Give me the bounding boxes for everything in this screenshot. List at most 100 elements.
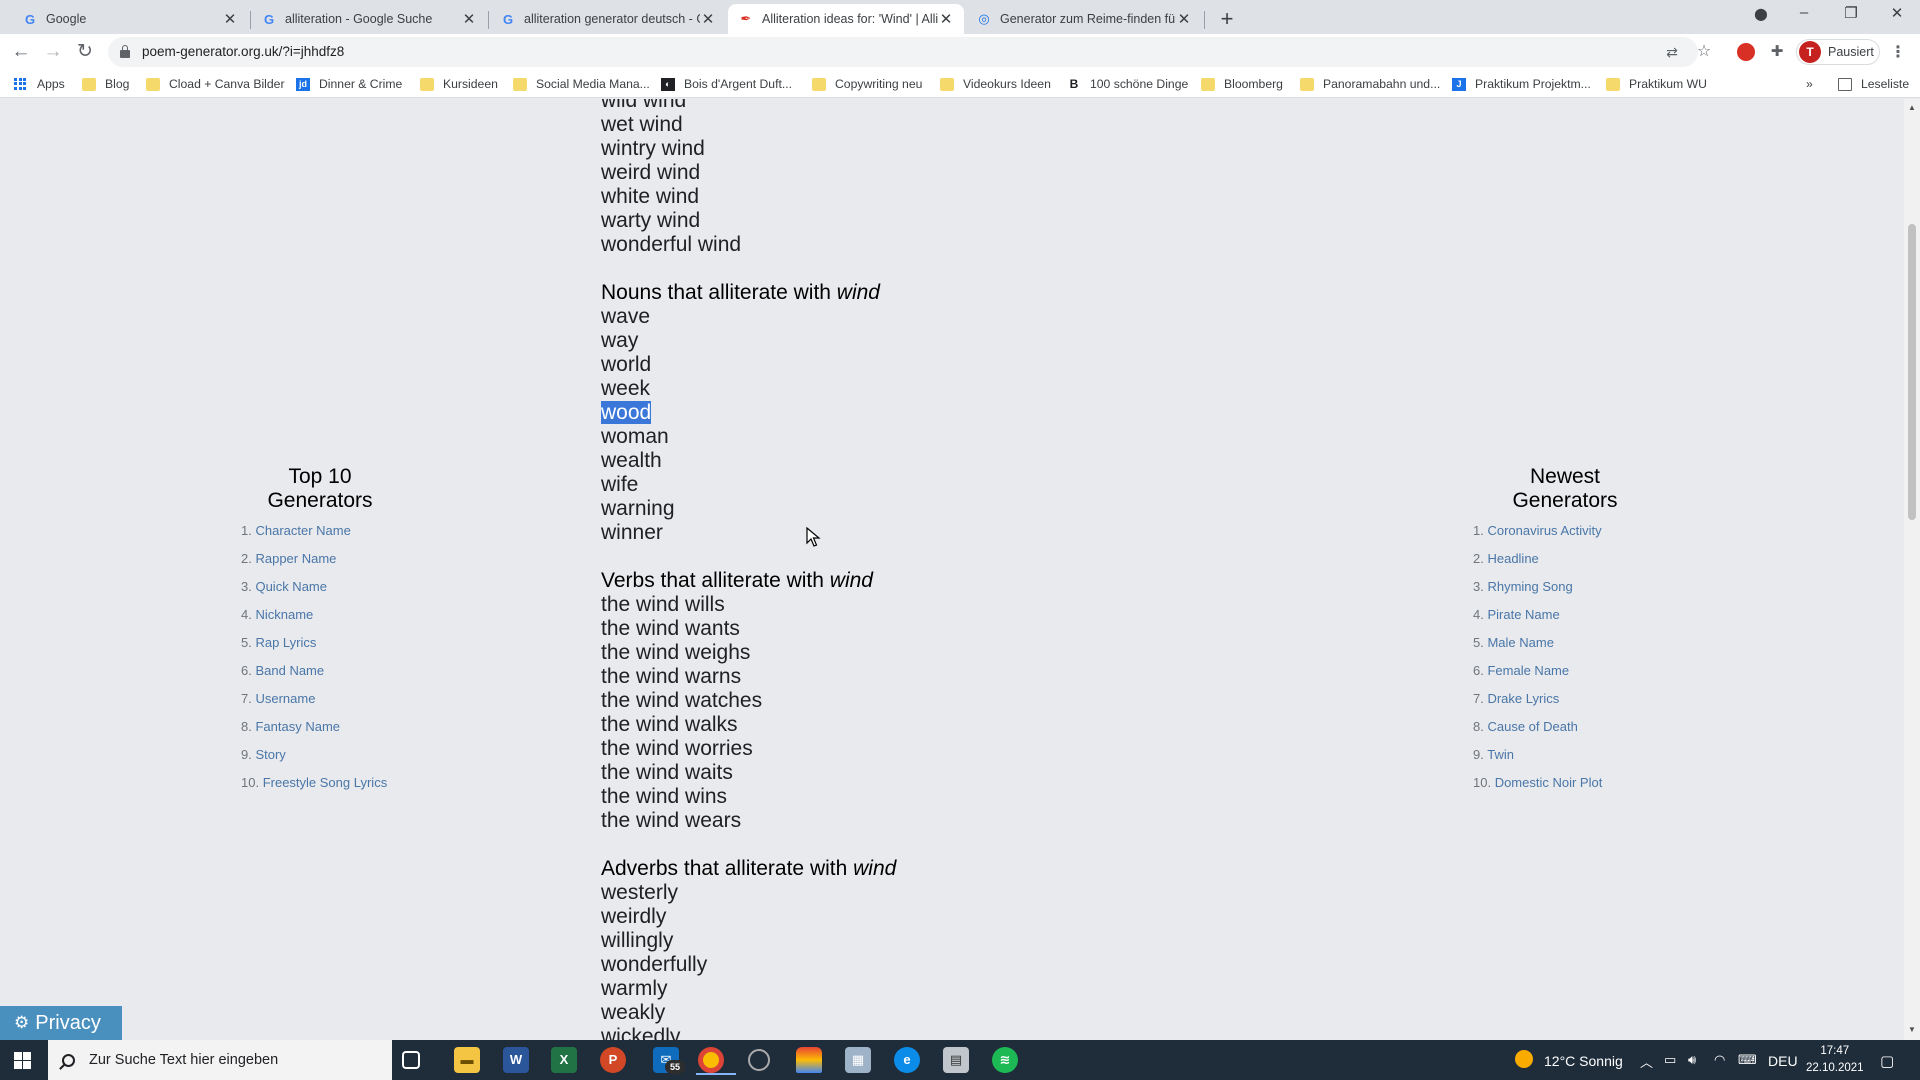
excel-icon[interactable]: X [551,1047,577,1073]
keyboard-icon[interactable]: ⌨ [1738,1052,1757,1068]
generator-link[interactable]: Nickname [255,607,313,622]
generator-link[interactable]: Fantasy Name [255,719,340,734]
list-item: 2. Rapper Name [241,551,337,566]
translate-icon[interactable]: ⇄ [1662,42,1682,62]
privacy-button[interactable]: ⚙ Privacy [0,1006,122,1040]
paint-icon[interactable]: ▦ [845,1047,871,1073]
generator-link[interactable]: Freestyle Song Lyrics [263,775,388,790]
tab-google[interactable]: G Google ✕ [12,4,248,34]
generator-link[interactable]: Username [255,691,315,706]
notifications-icon[interactable]: ▢ [1880,1052,1894,1070]
scroll-thumb[interactable] [1908,224,1916,520]
generator-link[interactable]: Rap Lyrics [255,635,316,650]
generator-link[interactable]: Rhyming Song [1487,579,1572,594]
tab-search-icon[interactable]: ⬤ [1746,7,1776,21]
generator-link[interactable]: Story [255,747,285,762]
reload-icon[interactable]: ↻ [72,39,98,65]
tab-reime-finden[interactable]: ◎ Generator zum Reime-finden für ✕ [966,4,1202,34]
menu-icon[interactable]: ⋮ [1890,42,1906,62]
obs-icon[interactable] [748,1049,770,1071]
restore-icon[interactable]: ❐ [1836,4,1866,22]
close-icon[interactable]: ✕ [700,10,716,28]
generator-link[interactable]: Drake Lyrics [1487,691,1559,706]
reading-list[interactable]: Leseliste [1838,76,1909,92]
top-generators-panel: Top 10 Generators 1. Character Name 2. R… [170,465,470,797]
app-icon[interactable] [796,1047,822,1073]
close-icon[interactable]: ✕ [461,10,477,28]
bookmark-100-dinge[interactable]: B 100 schöne Dinge [1067,76,1189,92]
list-item: wave [601,305,651,328]
bookmark-praktikum-wu[interactable]: Praktikum WU [1606,76,1707,92]
list-item: wealth [601,449,662,472]
close-icon[interactable]: ✕ [222,10,238,28]
forward-icon[interactable]: → [40,39,66,65]
windows-start-icon[interactable] [14,1052,31,1069]
generator-link[interactable]: Rapper Name [255,551,336,566]
chevron-up-icon[interactable]: ︿ [1640,1052,1653,1071]
meet-icon[interactable]: ▭ [1664,1052,1676,1068]
profile-button[interactable]: T Pausiert [1796,39,1880,65]
word-icon[interactable]: W [503,1047,529,1073]
adblock-extension-icon[interactable] [1737,43,1755,61]
spotify-icon[interactable]: ≋ [992,1047,1018,1073]
bookmark-star-icon[interactable]: ☆ [1694,42,1714,62]
task-view-icon[interactable] [402,1051,420,1069]
bookmark-panoramabahn[interactable]: Panoramabahn und... [1300,76,1440,92]
generator-link[interactable]: Cause of Death [1487,719,1577,734]
bookmark-copywriting[interactable]: Copywriting neu [812,76,922,92]
list-item: the wind worries [601,737,753,760]
calculator-icon[interactable]: ▤ [943,1047,969,1073]
list-item: 2. Headline [1473,551,1539,566]
extensions-puzzle-icon[interactable]: ✚ [1764,39,1790,65]
bookmark-apps[interactable]: Apps [14,76,65,92]
language-indicator[interactable]: DEU [1768,1053,1798,1069]
generator-link[interactable]: Female Name [1487,663,1569,678]
tab-generator-deutsch[interactable]: G alliteration generator deutsch - G ✕ [490,4,726,34]
more-bookmarks-icon[interactable]: » [1806,76,1813,92]
new-tab-icon[interactable]: + [1215,6,1239,32]
file-explorer-icon[interactable]: ▬ [454,1047,480,1073]
edge-icon[interactable]: e [894,1047,920,1073]
bookmark-dinner-crime[interactable]: jd Dinner & Crime [296,76,402,92]
list-item: wonderfully [601,953,708,976]
powerpoint-icon[interactable]: P [600,1047,626,1073]
bookmark-cload-canva[interactable]: Cload + Canva Bilder [146,76,285,92]
url-text[interactable]: poem-generator.org.uk/?i=jhhdfz8 [142,44,344,59]
generator-link[interactable]: Quick Name [255,579,327,594]
tab-alliteration-ideas[interactable]: ✒ Alliteration ideas for: 'Wind' | Alli … [728,4,964,34]
scroll-down-icon[interactable]: ▼ [1908,1025,1916,1034]
volume-icon[interactable]: 🔊︎ [1688,1052,1696,1068]
wifi-icon[interactable]: ◠ [1714,1052,1725,1068]
lock-icon [120,45,130,58]
minimize-icon[interactable]: – [1789,4,1819,21]
generator-link[interactable]: Band Name [255,663,324,678]
taskbar-search-box[interactable]: Zur Suche Text hier eingeben [48,1040,392,1080]
address-bar[interactable]: poem-generator.org.uk/?i=jhhdfz8 ⇄ ☆ [108,37,1711,67]
close-window-icon[interactable]: ✕ [1882,4,1912,22]
close-icon[interactable]: ✕ [938,10,954,28]
bookmark-videokurs[interactable]: Videokurs Ideen [940,76,1051,92]
generator-link[interactable]: Pirate Name [1487,607,1559,622]
generator-link[interactable]: Character Name [255,523,350,538]
bookmark-social-media[interactable]: Social Media Mana... [513,76,650,92]
generator-link[interactable]: Headline [1487,551,1538,566]
bookmark-bois-dargent[interactable]: ◐ Bois d'Argent Duft... [661,76,792,92]
generator-link[interactable]: Domestic Noir Plot [1495,775,1603,790]
chrome-icon[interactable] [696,1047,736,1075]
bookmark-praktikum-projekt[interactable]: J Praktikum Projektm... [1452,76,1591,92]
generator-link[interactable]: Twin [1487,747,1514,762]
mail-badge: 55 [665,1060,685,1074]
bookmark-blog[interactable]: Blog [82,76,129,92]
clock[interactable]: 17:47 22.10.2021 [1806,1043,1864,1077]
bookmark-bloomberg[interactable]: Bloomberg [1201,76,1283,92]
tab-title: Generator zum Reime-finden für [1000,12,1176,26]
generator-link[interactable]: Male Name [1487,635,1553,650]
bookmark-kursideen[interactable]: Kursideen [420,76,498,92]
generator-link[interactable]: Coronavirus Activity [1487,523,1601,538]
tab-google-search[interactable]: G alliteration - Google Suche ✕ [251,4,487,34]
scroll-up-icon[interactable]: ▲ [1908,103,1916,112]
page-scrollbar[interactable]: ▲ ▼ [1904,99,1920,1040]
weather-text[interactable]: 12°C Sonnig [1544,1053,1623,1069]
back-icon[interactable]: ← [8,39,34,65]
close-icon[interactable]: ✕ [1176,10,1192,28]
